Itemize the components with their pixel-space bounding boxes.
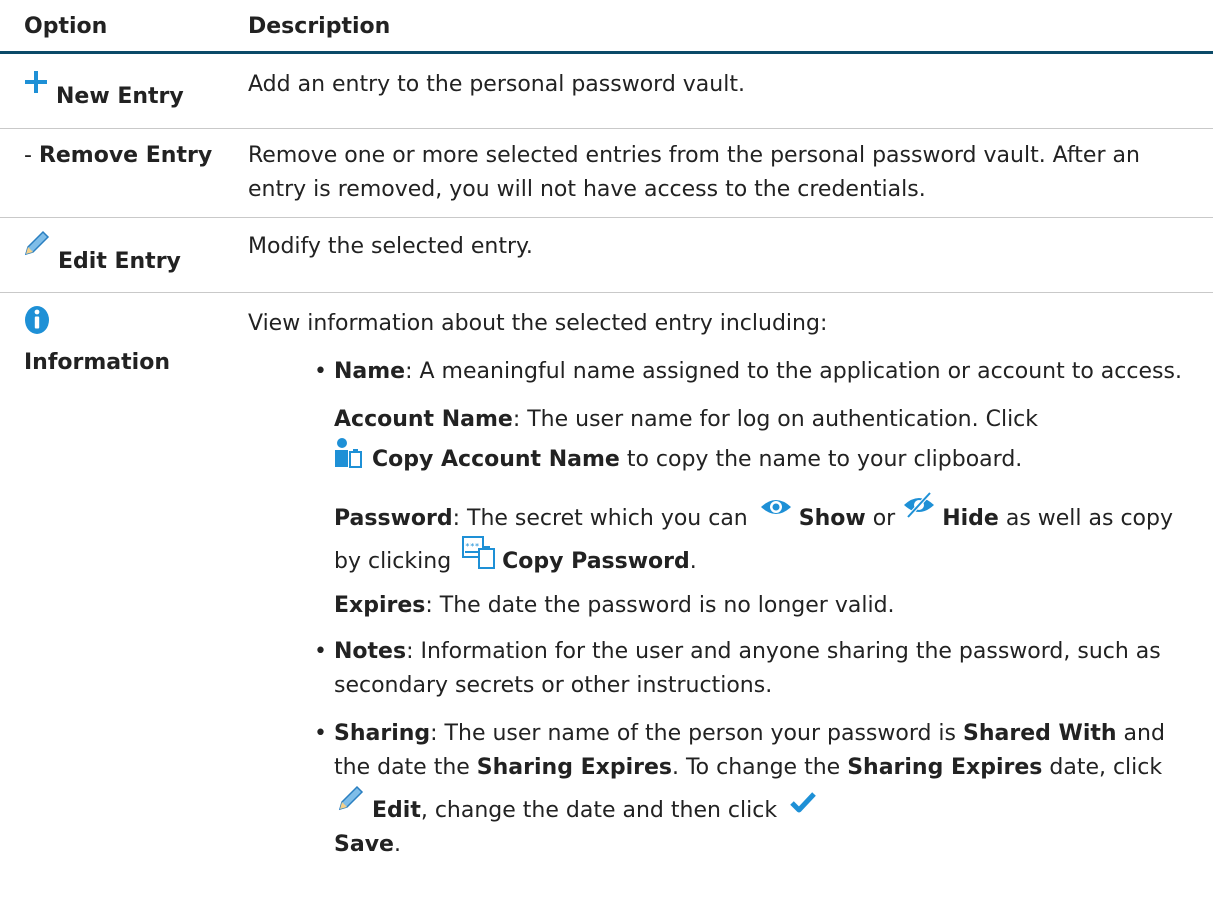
table-row-new-entry: New Entry Add an entry to the personal p… (0, 54, 1213, 129)
option-information[interactable]: Information (24, 305, 170, 379)
account-name-paragraph: Account Name: The user name for log on a… (248, 403, 1198, 477)
copy-password-label: Copy Password (502, 549, 690, 574)
information-intro: View information about the selected entr… (248, 311, 828, 336)
password-text: : The secret which you can (452, 506, 748, 531)
option-new-entry[interactable]: New Entry (24, 70, 184, 109)
bullet: • (314, 721, 327, 746)
name-label: Name (334, 359, 406, 384)
expires-text: : The date the password is no longer val… (425, 593, 895, 618)
sharing-text: . To change the (671, 755, 848, 780)
information-fields-list: • Name: A meaningful name assigned to th… (248, 355, 1198, 389)
pencil-icon[interactable] (338, 785, 364, 811)
table-row-remove-entry: - Remove Entry Remove one or more select… (0, 129, 1213, 218)
bullet: • (314, 639, 327, 664)
option-remove-entry[interactable]: - Remove Entry (24, 139, 234, 173)
list-item-sharing: • Sharing: The user name of the person y… (248, 717, 1198, 862)
option-column-header: Option (24, 14, 108, 39)
expires-paragraph: Expires: The date the password is no lon… (248, 589, 1198, 623)
table-row-edit-entry: Edit Entry Modify the selected entry. (0, 218, 1213, 293)
password-paragraph: Password: The secret which you can Show … (248, 491, 1198, 579)
show-label: Show (798, 506, 866, 531)
bullet: • (314, 359, 327, 384)
edit-label: Edit (372, 798, 421, 823)
edit-entry-label: Edit Entry (58, 249, 181, 274)
sharing-label: Sharing (334, 721, 431, 746)
table-header: Option Description (0, 0, 1213, 54)
remove-entry-label: Remove Entry (38, 143, 213, 168)
shared-with-label: Shared With (963, 721, 1117, 746)
sharing-expires-label: Sharing Expires (847, 755, 1043, 780)
sharing-text: : The user name of the person your passw… (430, 721, 964, 746)
plus-icon (25, 71, 47, 93)
option-edit-entry[interactable]: Edit Entry (24, 230, 181, 274)
information-fields-list-2: • Notes: Information for the user and an… (248, 635, 1198, 862)
new-entry-label: New Entry (56, 84, 184, 109)
or-text: or (865, 506, 903, 531)
copy-account-icon[interactable] (334, 437, 364, 469)
table-row-information: Information View information about the s… (0, 293, 1213, 917)
description-information: View information about the selected entr… (248, 307, 1198, 862)
sharing-expires-label: Sharing Expires (476, 755, 672, 780)
eye-icon[interactable] (759, 495, 793, 519)
expires-label: Expires (334, 593, 426, 618)
copy-account-name-label: Copy Account Name (372, 447, 620, 472)
password-label: Password (334, 506, 453, 531)
copy-account-name-text: to copy the name to your clipboard. (619, 447, 1023, 472)
hide-label: Hide (942, 506, 999, 531)
minus-glyph: - (24, 143, 39, 168)
notes-label: Notes (334, 639, 407, 664)
notes-text: : Information for the user and anyone sh… (334, 639, 1161, 698)
pencil-icon (24, 230, 50, 256)
eye-slash-icon[interactable] (902, 491, 936, 519)
account-name-text: : The user name for log on authenticatio… (512, 407, 1039, 432)
description-new-entry: Add an entry to the personal password va… (248, 72, 745, 97)
sharing-text: , change the date and then click (420, 798, 778, 823)
list-item-name: • Name: A meaningful name assigned to th… (248, 355, 1198, 389)
description-edit-entry: Modify the selected entry. (248, 234, 533, 259)
description-remove-entry: Remove one or more selected entries from… (248, 143, 1140, 202)
list-item-notes: • Notes: Information for the user and an… (248, 635, 1198, 703)
save-label: Save (334, 832, 394, 857)
description-column-header: Description (248, 14, 391, 39)
name-text: : A meaningful name assigned to the appl… (405, 359, 1182, 384)
svg-text:***: *** (465, 542, 480, 551)
information-label: Information (24, 350, 170, 375)
info-icon (25, 306, 49, 334)
copy-password-icon[interactable]: *** (462, 536, 496, 570)
period: . (393, 832, 401, 857)
account-name-label: Account Name (334, 407, 513, 432)
period: . (689, 549, 697, 574)
sharing-text: date, click (1042, 755, 1163, 780)
checkmark-icon[interactable] (790, 791, 816, 813)
